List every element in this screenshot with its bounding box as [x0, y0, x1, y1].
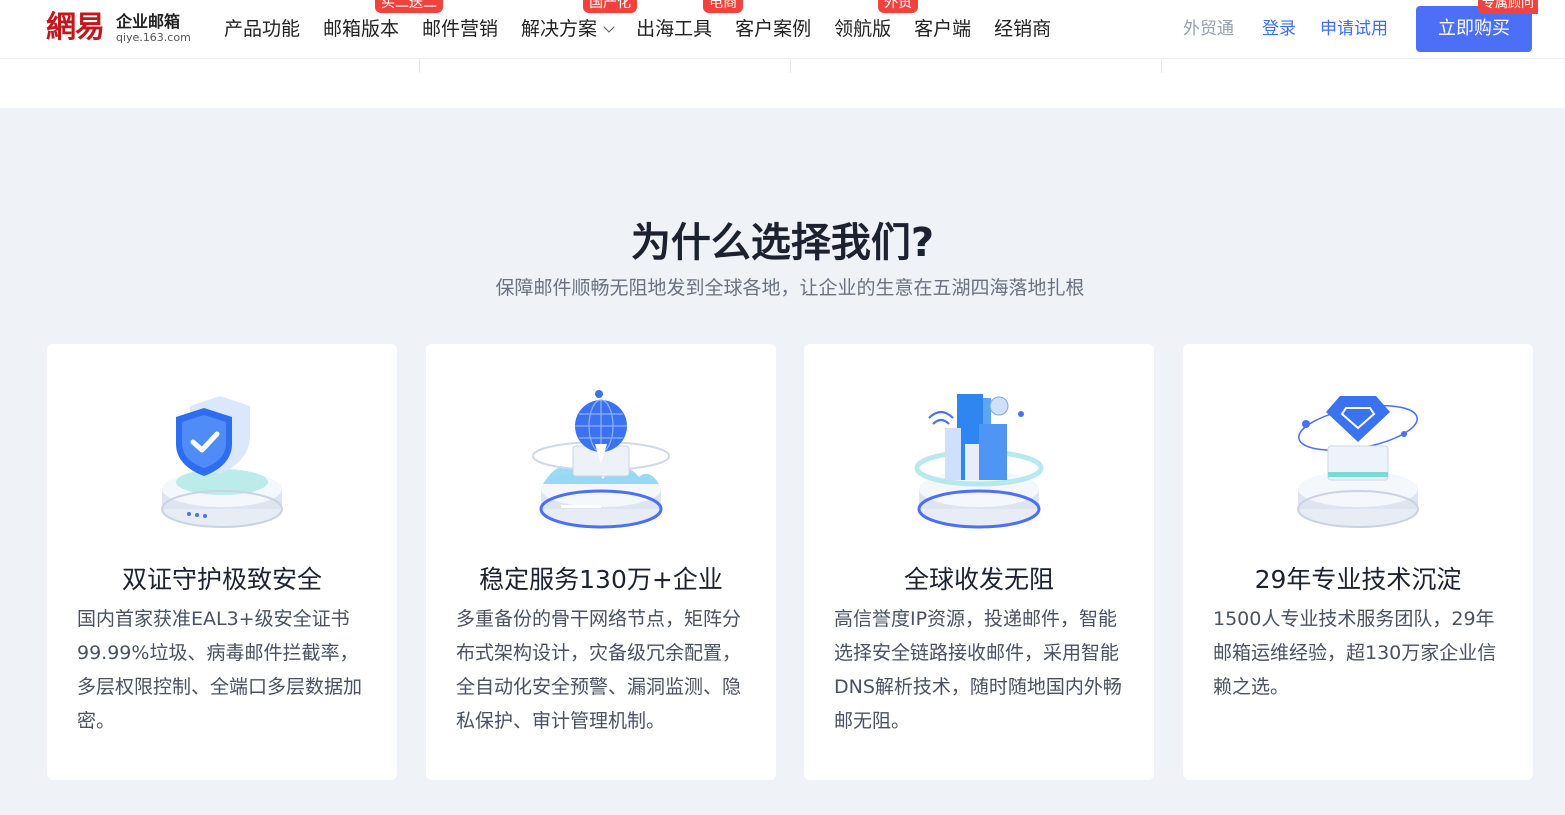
card-title: 29年专业技术沉淀 — [1254, 565, 1462, 594]
divider — [1161, 59, 1162, 73]
section-title: 为什么选择我们? — [630, 220, 935, 266]
nav-item-dealers[interactable]: 经销商 — [994, 0, 1051, 58]
shield-icon — [142, 384, 302, 534]
building-signal-icon — [899, 384, 1059, 534]
card-title: 稳定服务130万+企业 — [479, 565, 723, 594]
card-title: 全球收发无阻 — [903, 565, 1054, 594]
nav-item-overseas-tools[interactable]: 出海工具 电商 — [636, 0, 744, 58]
top-header: 網易 企业邮箱 qiye.163.com 产品功能 邮箱版本 买二送二 邮件营销 … — [0, 0, 1565, 58]
waimao-link[interactable]: 外贸通 — [1183, 0, 1234, 58]
nav-label: 解决方案 — [521, 18, 598, 40]
nav-label: 产品功能 — [224, 18, 301, 40]
nav-item-solutions[interactable]: 解决方案 国产化 — [521, 0, 638, 58]
nav-item-marketing[interactable]: 邮件营销 — [422, 0, 498, 58]
logo-title: 企业邮箱 — [116, 11, 181, 31]
nav-item-editions[interactable]: 邮箱版本 买二送二 — [323, 0, 444, 58]
nav-label: 出海工具 — [636, 18, 713, 40]
trial-link[interactable]: 申请试用 — [1320, 0, 1388, 58]
globe-server-icon — [521, 384, 681, 534]
nav-item-cases[interactable]: 客户案例 — [735, 0, 811, 58]
card-description: 多重备份的骨干网络节点，矩阵分布式架构设计，灾备级冗余配置，全自动化安全预警、漏… — [456, 608, 742, 732]
nav-item-client[interactable]: 客户端 — [914, 0, 971, 58]
divider — [790, 59, 791, 73]
nav-item-pilot-edition[interactable]: 领航版 外贸 — [834, 0, 919, 58]
logo-mark: 網易 — [46, 10, 105, 45]
card-description: 国内首家获准EAL3+级安全证书99.99%垃圾、病毒邮件拦截率，多层权限控制、… — [77, 608, 363, 732]
logo-text: 企业邮箱 qiye.163.com — [116, 12, 191, 45]
card-title: 双证守护极致安全 — [121, 565, 322, 594]
section-subtitle: 保障邮件顺畅无阻地发到全球各地，让企业的生意在五湖四海落地扎根 — [495, 277, 1085, 299]
nav-label: 客户案例 — [735, 18, 812, 40]
diamond-server-icon — [1278, 384, 1438, 534]
divider — [419, 59, 420, 73]
feature-card-global: 全球收发无阻 高信誉度IP资源，投递邮件，智能选择安全链路接收邮件，采用智能DN… — [804, 344, 1154, 780]
chevron-down-icon — [603, 21, 615, 33]
card-description: 1500人专业技术服务团队，29年邮箱运维经验，超130万家企业信赖之选。 — [1213, 608, 1497, 698]
header-strip — [0, 58, 1565, 108]
feature-card-experience: 29年专业技术沉淀 1500人专业技术服务团队，29年邮箱运维经验，超130万家… — [1183, 344, 1533, 780]
logo-domain: qiye.163.com — [116, 30, 191, 44]
main-nav: 产品功能 邮箱版本 买二送二 邮件营销 解决方案 国产化 出海工具 电商 客户案例 领… — [224, 0, 1074, 58]
nav-label: 领航版 — [834, 18, 892, 40]
nav-label: 经销商 — [994, 18, 1052, 40]
nav-label: 邮箱版本 — [323, 18, 400, 40]
feature-card-security: 双证守护极致安全 国内首家获准EAL3+级安全证书99.99%垃圾、病毒邮件拦截… — [47, 344, 397, 780]
nav-item-product[interactable]: 产品功能 — [224, 0, 300, 58]
feature-card-stability: 稳定服务130万+企业 多重备份的骨干网络节点，矩阵分布式架构设计，灾备级冗余配… — [426, 344, 776, 780]
login-link[interactable]: 登录 — [1262, 0, 1296, 58]
domestic-badge: 国产化 — [583, 0, 638, 13]
advisor-badge: 专属顾问 — [1478, 0, 1539, 14]
card-description: 高信誉度IP资源，投递邮件，智能选择安全链路接收邮件，采用智能DNS解析技术，随… — [834, 608, 1122, 732]
nav-label: 邮件营销 — [422, 18, 499, 40]
nav-label: 客户端 — [914, 18, 972, 40]
foreign-trade-badge: 外贸 — [878, 0, 919, 13]
logo[interactable]: 網易 企业邮箱 qiye.163.com — [46, 8, 191, 48]
